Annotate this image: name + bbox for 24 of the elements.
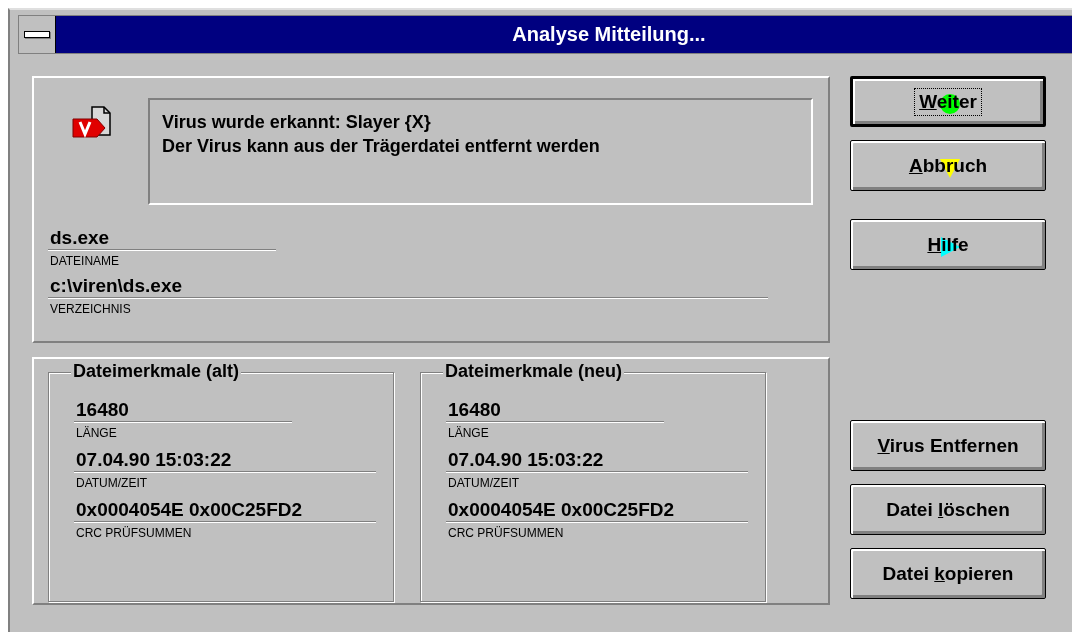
group-title: Dateimerkmale (neu): [443, 361, 625, 382]
field-value: 0x0004054E 0x00C25FD2: [74, 499, 376, 522]
field-value: 07.04.90 15:03:22: [74, 449, 376, 472]
group-title: Dateimerkmale (alt): [71, 361, 242, 382]
window-title: Analyse Mitteilung...: [56, 16, 1072, 53]
field-label: DATUM/ZEIT: [76, 475, 148, 491]
dialog-button[interactable]: Datei kopieren: [850, 548, 1046, 599]
field-label: CRC PRÜFSUMMEN: [76, 525, 192, 541]
field-value: c:\viren\ds.exe: [48, 275, 768, 298]
field-value: 16480: [74, 399, 292, 422]
field-value: 0x0004054E 0x00C25FD2: [446, 499, 748, 522]
field-label: DATEINAME: [50, 253, 120, 269]
dialog-button[interactable]: Datei löschen: [850, 484, 1046, 535]
field-value: ds.exe: [48, 227, 276, 250]
field-label: VERZEICHNIS: [50, 301, 131, 317]
field-label: DATUM/ZEIT: [448, 475, 520, 491]
field-label: LÄNGE: [448, 425, 489, 441]
message-text: Virus wurde erkannt: Slayer {X}: [162, 111, 431, 134]
field-label: LÄNGE: [76, 425, 117, 441]
field-label: CRC PRÜFSUMMEN: [448, 525, 564, 541]
field-value: 16480: [446, 399, 664, 422]
message-text: Der Virus kann aus der Trägerdatei entfernt werden: [162, 135, 600, 158]
field-value: 07.04.90 15:03:22: [446, 449, 748, 472]
dialog-button[interactable]: Virus Entfernen: [850, 420, 1046, 471]
